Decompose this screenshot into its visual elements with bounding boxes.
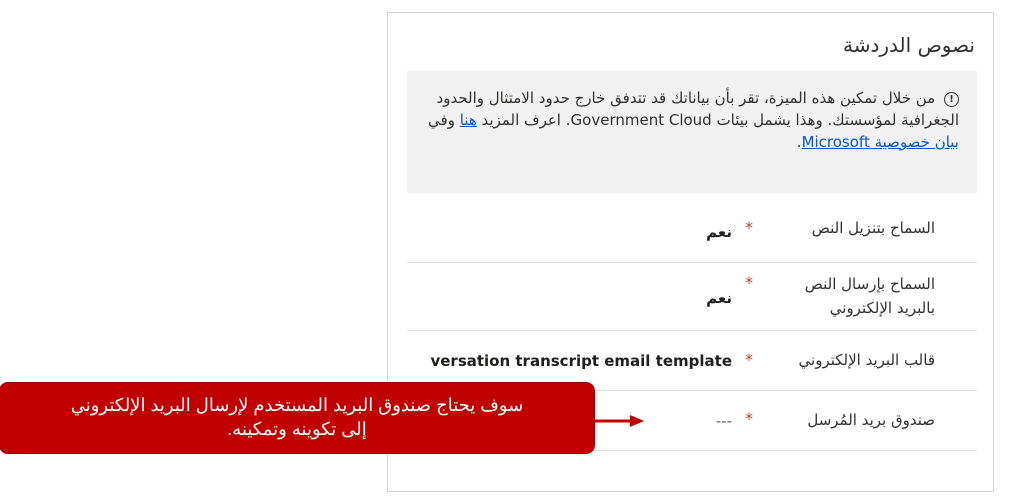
info-icon: ! (944, 92, 959, 107)
field-value[interactable]: نعم (706, 223, 732, 241)
callout-annotation: سوف يحتاج صندوق البريد المستخدم لإرسال ا… (0, 383, 594, 453)
field-value[interactable]: versation transcript email template (430, 352, 732, 370)
here-link[interactable]: هنا (460, 111, 477, 129)
field-label: السماح بتنزيل النص (811, 219, 935, 237)
field-label: صندوق بريد المُرسل (807, 411, 935, 429)
required-marker: * (745, 350, 753, 369)
field-label: السماح بإرسال النص بالبريد الإلكتروني (804, 275, 935, 317)
notice-cloud-text: Government Cloud. (565, 111, 712, 129)
required-marker: * (745, 409, 753, 428)
callout-line-1: سوف يحتاج صندوق البريد المستخدم لإرسال ا… (70, 395, 524, 415)
field-value[interactable]: --- (716, 412, 732, 430)
required-marker: * (745, 218, 753, 237)
notice-and-in: وفي (428, 111, 455, 129)
field-value[interactable]: نعم (706, 289, 732, 307)
data-flow-notice: ! من خلال تمكين هذه الميزة، تقر بأن بيان… (407, 71, 977, 193)
panel-title: نصوص الدردشة (843, 33, 975, 57)
field-label: قالب البريد الإلكتروني (798, 351, 935, 369)
field-row-email-template: قالب البريد الإلكتروني * versation trans… (407, 331, 977, 391)
field-row-allow-email: السماح بإرسال النص بالبريد الإلكتروني * … (407, 263, 977, 331)
field-row-allow-download: السماح بتنزيل النص * نعم (407, 198, 977, 263)
notice-learn-more: اعرف المزيد (481, 111, 561, 129)
arrow-right-icon (594, 415, 644, 427)
required-marker: * (745, 273, 753, 292)
callout-line-2: إلى تكوينه وتمكينه. (227, 419, 367, 439)
privacy-statement-link[interactable]: بيان خصوصية Microsoft (802, 133, 959, 151)
